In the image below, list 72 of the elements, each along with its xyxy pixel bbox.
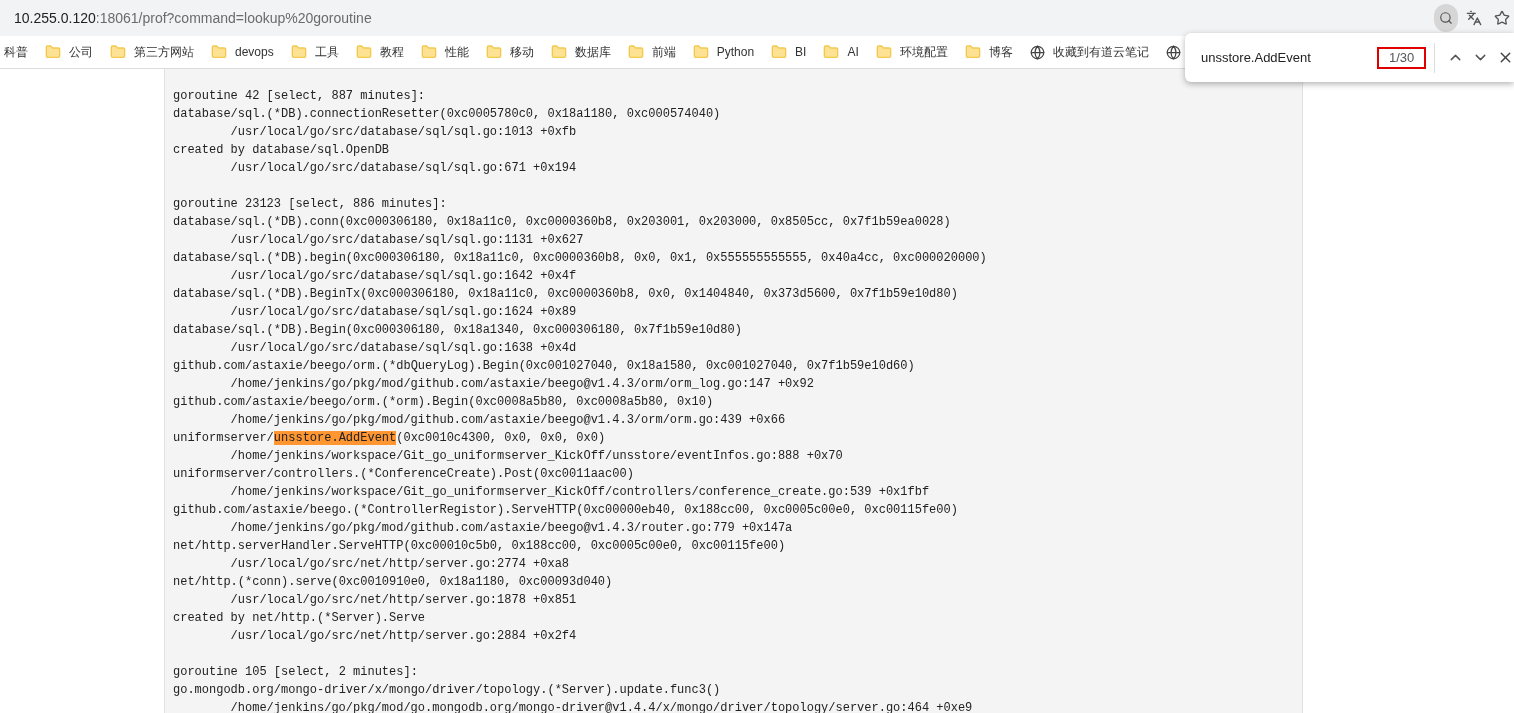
stack-trace-line: /usr/local/go/src/database/sql/sql.go:671 +0x194 (229, 160, 577, 177)
address-bar[interactable]: 10.255.0.120:18061/prof?command=lookup%20goroutine (0, 0, 1418, 36)
stack-trace-line: /home/jenkins/go/pkg/mod/github.com/astaxie/beego@v1.4.3/orm/orm_log.go:147 +0x92 (229, 376, 814, 393)
bookmark-link[interactable]: 公司 (69, 43, 93, 61)
stack-trace-line: /usr/local/go/src/net/http/server.go:1878 +0x851 (229, 592, 577, 609)
folder-icon (875, 44, 892, 60)
stack-trace-line: go.mongodb.org/mongo-driver/x/mongo/driver/topology.(*Server).update.func3() (173, 682, 721, 699)
stack-trace-line: /usr/local/go/src/net/http/server.go:2884 +0x2f4 (229, 628, 577, 645)
stack-trace-line: net/http.serverHandler.ServeHTTP(0xc00010c5b0, 0x188cc00, 0xc0005c00e0, 0xc00115fe00) (173, 538, 786, 555)
stack-trace-line: /usr/local/go/src/database/sql/sql.go:1638 +0x4d (229, 340, 577, 357)
stack-trace-line: created by database/sql.OpenDB (173, 142, 390, 159)
stack-trace-line: database/sql.(*DB).connectionResetter(0xc0005780c0, 0x18a1180, 0xc000574040) (173, 106, 721, 123)
stack-trace-line: database/sql.(*DB).Begin(0xc000306180, 0x18a1340, 0xc000306180, 0x7f1b59e10d80) (173, 322, 742, 339)
stack-trace-line: /usr/local/go/src/database/sql/sql.go:1624 +0x89 (229, 304, 577, 321)
bookmark-link[interactable]: 教程 (379, 43, 404, 61)
stack-trace-line: /home/jenkins/go/pkg/mod/github.com/astaxie/beego@v1.4.3/router.go:779 +0x147a (229, 520, 793, 537)
folder-icon (485, 44, 502, 60)
stack-trace-line: github.com/astaxie/beego/orm.(*orm).Begin(0xc0008a5b80, 0xc0008a5b80, 0x10) (173, 394, 714, 411)
stack-trace-line: uniformserver/controllers.(*ConferenceCreate).Post(0xc0011aac00) (173, 466, 634, 483)
find-in-page-icon[interactable] (1434, 4, 1458, 32)
bookmark-link[interactable]: 收藏到有道云笔记 (1052, 43, 1149, 61)
stack-trace-line: /home/jenkins/go/pkg/mod/go.mongodb.org/mongo-driver@v1.4.4/x/mongo/driver/topology/server.go:464 +0xe9 (229, 700, 973, 713)
stack-trace-line: /home/jenkins/workspace/Git_go_uniformserver_KickOff/controllers/conference_create.go:539 +0x1fbf (229, 484, 930, 501)
stack-trace-line: net/http.(*conn).serve(0xc0010910e0, 0x18a1180, 0xc00093d040) (173, 574, 613, 591)
bookmark-link[interactable]: 性能 (444, 43, 469, 61)
bookmark-link[interactable]: BI (795, 43, 807, 61)
stack-trace-line: /usr/local/go/src/database/sql/sql.go:1013 +0xfb (229, 124, 577, 141)
find-input-field[interactable]: unsstore.AddEvent (1201, 47, 1361, 68)
bookmark-link[interactable]: 第三方网站 (134, 43, 194, 61)
folder-icon (823, 44, 840, 60)
folder-icon (692, 44, 709, 60)
search-icon (1439, 11, 1453, 25)
bookmark-link[interactable]: Python (716, 43, 755, 61)
folder-icon (110, 44, 126, 60)
stack-trace-line: goroutine 105 [select, 2 minutes]: (173, 664, 418, 681)
stack-trace-line: /home/jenkins/workspace/Git_go_uniformserver_KickOff/unsstore/eventInfos.go:888 +0x70 (229, 448, 843, 465)
stack-trace-line: /usr/local/go/src/database/sql/sql.go:1131 +0x627 (229, 232, 584, 249)
globe-icon (1029, 44, 1045, 60)
translate-glyph-icon (1466, 10, 1482, 26)
match-count: 1/30 (1377, 46, 1427, 69)
stack-trace-line: database/sql.(*DB).begin(0xc000306180, 0x18a11c0, 0xc0000360b8, 0x0, 0x1, 0x555555555555, 0x40a4cc, 0xc000020000) (173, 250, 987, 267)
stack-trace-line: /usr/local/go/src/database/sql/sql.go:1642 +0x4f (229, 268, 577, 285)
folder-icon (420, 44, 437, 60)
folder-icon (771, 44, 788, 60)
stack-trace-line: github.com/astaxie/beego/orm.(*dbQueryLog).Begin(0xc001027040, 0x18a1580, 0xc001027040, 0x7f1b59e10d60) (173, 358, 915, 375)
stack-trace-line: database/sql.(*DB).conn(0xc000306180, 0x18a11c0, 0xc0000360b8, 0x203001, 0x203000, 0x8505cc, 0x7f1b59ea0028) (173, 214, 951, 231)
globe-icon (1165, 44, 1181, 60)
folder-icon (550, 44, 567, 60)
star-icon (1494, 10, 1510, 26)
folder-icon (627, 44, 644, 60)
bookmark-link[interactable]: 环境配置 (899, 43, 948, 61)
stack-trace-line: database/sql.(*DB).BeginTx(0xc000306180, 0x18a11c0, 0xc0000360b8, 0x0, 0x1404840, 0x373d5600, 0x7f1b59e10d80) (173, 286, 958, 303)
stack-trace-line: goroutine 23123 [select, 886 minutes]: (173, 196, 447, 213)
bookmark-link[interactable]: 移动 (509, 43, 534, 61)
folder-icon (290, 44, 307, 60)
bookmark-link[interactable]: 博客 (988, 43, 1013, 61)
folder-icon (964, 44, 981, 60)
folder-icon (355, 44, 372, 60)
stack-trace-line: goroutine 42 [select, 887 minutes]: (173, 88, 426, 105)
bookmark-link[interactable]: 前端 (651, 43, 676, 61)
bookmark-link[interactable]: AI (847, 43, 859, 61)
stack-trace-line: github.com/astaxie/beego.(*ControllerRegistor).ServeHTTP(0xc00000eb40, 0x188cc00, 0xc0005c00e0, 0xc00115fe00) (173, 502, 958, 519)
bookmark-link[interactable]: devops (235, 43, 274, 61)
bookmark-link[interactable]: 工具 (314, 43, 339, 61)
bookmark-link[interactable]: 数据库 (574, 43, 611, 61)
stack-trace-line: /usr/local/go/src/net/http/server.go:2774 +0xa8 (229, 556, 570, 573)
folder-icon (211, 44, 227, 60)
stack-trace-line: created by net/http.(*Server).Serve (173, 610, 426, 627)
folder-icon (45, 44, 61, 60)
bookmark-link[interactable]: 科普 (4, 43, 28, 61)
stack-trace-line: uniformserver/unsstore.AddEvent(0xc0010c4300, 0x0, 0x0, 0x0) (173, 430, 606, 447)
stack-trace-line: /home/jenkins/go/pkg/mod/github.com/astaxie/beego@v1.4.3/orm/orm.go:439 +0x66 (229, 412, 786, 429)
